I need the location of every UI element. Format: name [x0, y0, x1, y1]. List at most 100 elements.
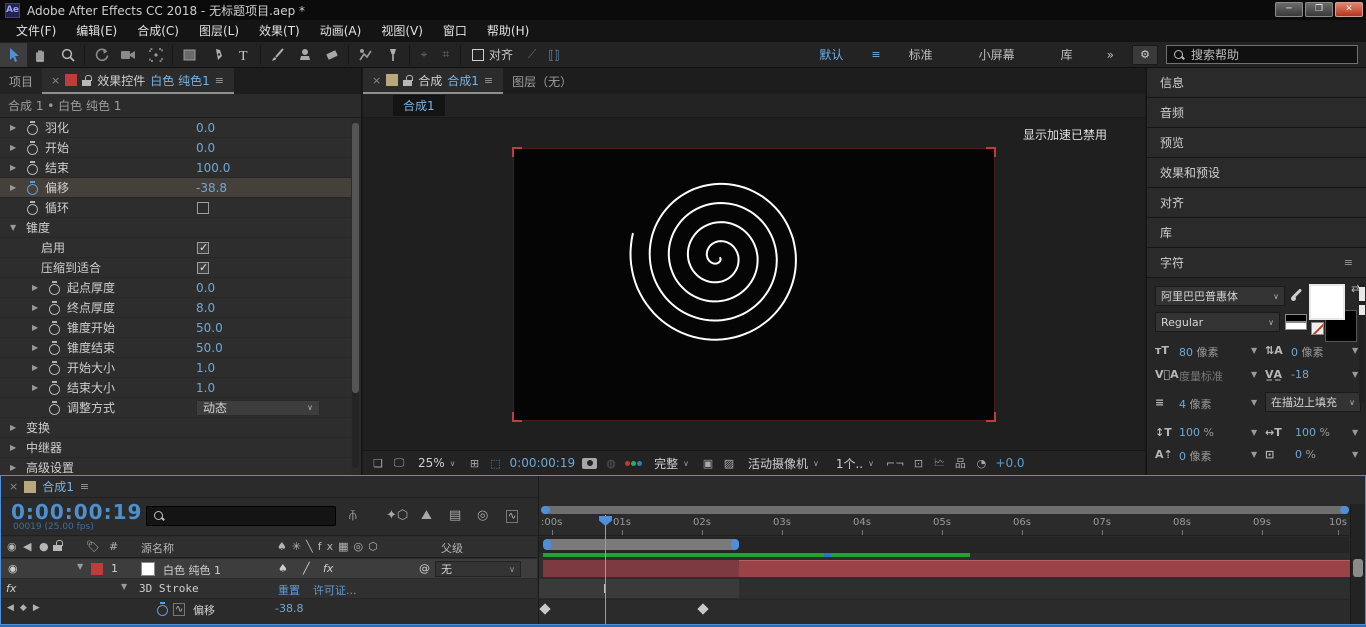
- marquee-option-icon[interactable]: ⟦⟧: [543, 48, 565, 62]
- set-white-swatch[interactable]: [1285, 322, 1307, 330]
- effect-row[interactable]: fx ▼ 3D Stroke 重置 许可证...: [1, 579, 537, 599]
- collapse-icon[interactable]: ▼: [121, 582, 127, 591]
- property-row-end[interactable]: ▶ 结束 100.0: [0, 158, 351, 178]
- tab-close-icon[interactable]: ×: [9, 480, 18, 493]
- panel-library[interactable]: 库: [1147, 218, 1366, 248]
- work-area-bar[interactable]: [543, 539, 739, 550]
- menu-animation[interactable]: 动画(A): [310, 20, 372, 42]
- property-row-adjust-mode[interactable]: 调整方式 动态 ∨: [0, 398, 351, 418]
- keyframe-diamond[interactable]: [539, 603, 551, 615]
- viewer-timecode[interactable]: 0:00:00:19: [510, 456, 576, 470]
- workspace-overflow-icon[interactable]: »: [1097, 48, 1124, 62]
- stopwatch-icon[interactable]: [26, 200, 39, 215]
- stopwatch-icon[interactable]: [48, 380, 61, 395]
- layer-duration-bar-selected[interactable]: [543, 560, 739, 577]
- target-region-icon[interactable]: ▣: [701, 457, 715, 470]
- set-black-swatch[interactable]: [1285, 314, 1307, 322]
- camera-dropdown[interactable]: 活动摄像机 ∨: [743, 454, 824, 473]
- workspace-small-screen[interactable]: 小屏幕: [957, 46, 1037, 63]
- workspace-library[interactable]: 库: [1039, 46, 1095, 63]
- magnification-dropdown[interactable]: 25% ∨: [413, 455, 461, 471]
- dropdown-caret-icon[interactable]: ▼: [1352, 370, 1358, 379]
- expand-icon[interactable]: ▶: [32, 383, 48, 392]
- right-panel-scrollbar[interactable]: [1359, 283, 1365, 403]
- fill-mode-dropdown[interactable]: 在描边上填充 ∨: [1265, 392, 1361, 412]
- keyframe-track-row[interactable]: [539, 599, 1349, 618]
- horizontal-scale-value[interactable]: 100 %: [1295, 426, 1330, 439]
- parent-column[interactable]: 父级: [441, 540, 463, 556]
- expand-icon[interactable]: ▶: [10, 163, 26, 172]
- effect-name[interactable]: 3D Stroke: [139, 582, 199, 595]
- stopwatch-icon[interactable]: [48, 280, 61, 295]
- corner-handle-icon[interactable]: [512, 412, 522, 422]
- dropdown-caret-icon[interactable]: ▼: [1251, 370, 1257, 379]
- share-view-icon[interactable]: ⌐¬: [886, 457, 904, 470]
- tracking-value[interactable]: -18: [1291, 368, 1309, 381]
- tab-close-icon[interactable]: ×: [372, 74, 381, 87]
- layer-bar-row[interactable]: [539, 559, 1353, 578]
- shy-layers-icon[interactable]: ⛰: [421, 508, 432, 523]
- property-row-taper-end[interactable]: ▶ 锥度结束 50.0: [0, 338, 351, 358]
- timeline-jump-icon[interactable]: 🗠: [932, 454, 946, 473]
- menu-help[interactable]: 帮助(H): [477, 20, 539, 42]
- panel-menu-icon[interactable]: ≡: [484, 74, 494, 87]
- lock-icon[interactable]: [403, 74, 414, 86]
- composition-mini-flowchart-icon[interactable]: ⫚: [349, 508, 357, 523]
- stopwatch-icon-active[interactable]: [26, 180, 39, 195]
- pixel-aspect-correction-icon[interactable]: ⊡: [911, 457, 925, 470]
- collapse-icon[interactable]: ▼: [77, 562, 83, 571]
- expand-icon[interactable]: ▶: [32, 343, 48, 352]
- rotation-tool[interactable]: [88, 43, 115, 67]
- stopwatch-icon[interactable]: [48, 340, 61, 355]
- eraser-tool[interactable]: [318, 43, 345, 67]
- expand-icon[interactable]: ▶: [10, 463, 26, 472]
- panel-character[interactable]: 字符 ≡: [1147, 248, 1366, 278]
- property-row-start-thickness[interactable]: ▶ 起点厚度 0.0: [0, 278, 351, 298]
- work-area-row[interactable]: [539, 537, 1349, 553]
- tab-project[interactable]: 项目: [0, 68, 43, 94]
- puppet-pin-tool[interactable]: [379, 43, 406, 67]
- current-timecode[interactable]: 0:00:00:19: [11, 500, 142, 524]
- motion-blur-icon[interactable]: ◎: [477, 508, 488, 523]
- stopwatch-icon[interactable]: [48, 400, 61, 415]
- effect-license-link[interactable]: 许可证...: [313, 582, 357, 598]
- property-row-start-size[interactable]: ▶ 开始大小 1.0: [0, 358, 351, 378]
- rectangle-tool[interactable]: [176, 43, 203, 67]
- property-row-loop[interactable]: 循环: [0, 198, 351, 218]
- dropdown-caret-icon[interactable]: ▼: [1251, 450, 1257, 459]
- layer-label-chip[interactable]: [91, 563, 103, 575]
- property-row-offset[interactable]: ▶ 偏移 -38.8: [0, 178, 351, 198]
- property-value[interactable]: -38.8: [275, 602, 303, 615]
- help-search-box[interactable]: 搜索帮助: [1166, 45, 1358, 64]
- stopwatch-icon[interactable]: [26, 140, 39, 155]
- enable-checkbox[interactable]: [197, 241, 209, 254]
- tab-close-icon[interactable]: ×: [51, 74, 60, 87]
- transparency-grid-icon[interactable]: ▨: [722, 457, 736, 470]
- layer-row[interactable]: ◉ ▼ 1 白色 纯色 1 ♠ ╱ fx @ 无 ∨: [1, 559, 537, 579]
- panel-effects-presets[interactable]: 效果和预设: [1147, 158, 1366, 188]
- grid-guides-icon[interactable]: ⊞: [468, 457, 482, 470]
- panel-menu-icon[interactable]: ≡: [1344, 256, 1354, 269]
- group-row-taper[interactable]: ▼ 锥度: [0, 218, 351, 238]
- collapse-icon[interactable]: ▼: [10, 223, 26, 232]
- brush-tool[interactable]: [264, 43, 291, 67]
- corner-handle-icon[interactable]: [986, 412, 996, 422]
- dropdown-caret-icon[interactable]: ▼: [1352, 346, 1358, 355]
- stopwatch-icon-active[interactable]: [156, 602, 169, 616]
- parent-dropdown[interactable]: 无 ∨: [435, 561, 521, 577]
- timeline-navigator-bar[interactable]: [541, 506, 1349, 514]
- show-channel-icon[interactable]: [625, 460, 643, 466]
- resolution-dropdown[interactable]: 完整 ∨: [649, 454, 694, 473]
- workspace-standard[interactable]: 标准: [887, 46, 955, 63]
- panel-align[interactable]: 对齐: [1147, 188, 1366, 218]
- composition-frame[interactable]: [512, 147, 996, 422]
- tab-composition[interactable]: × 合成 合成1 ≡: [363, 68, 504, 94]
- effect-track-row[interactable]: I: [539, 579, 1349, 598]
- reset-exposure-icon[interactable]: ◔: [974, 457, 988, 470]
- frame-blending-icon[interactable]: ▤: [449, 508, 461, 523]
- zoom-tool[interactable]: [54, 43, 81, 67]
- property-row-start[interactable]: ▶ 开始 0.0: [0, 138, 351, 158]
- expand-icon[interactable]: ▶: [10, 423, 26, 432]
- vertical-scale-value[interactable]: 100 %: [1179, 426, 1214, 439]
- eyedropper-icon[interactable]: [1290, 287, 1304, 303]
